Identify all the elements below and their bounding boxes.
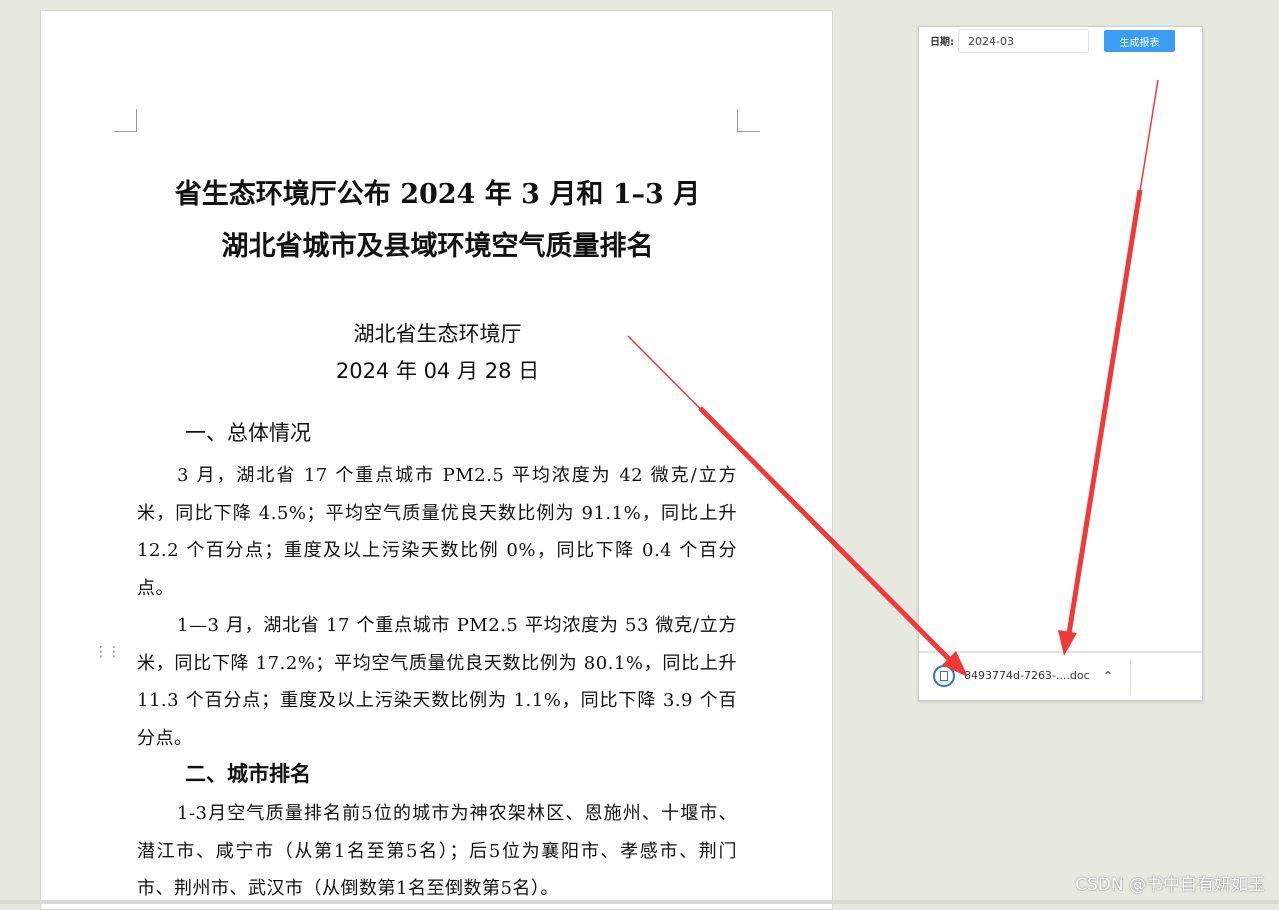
section-heading-ranking: 二、城市排名 — [185, 762, 311, 786]
download-bar: 8493774d-7263-....doc ⌃ — [919, 651, 1202, 700]
page-corner-mark — [737, 109, 760, 132]
document-title-line2: 湖北省城市及县域环境空气质量排名 — [221, 231, 654, 262]
date-label: 日期: — [930, 37, 954, 48]
generate-report-button[interactable]: 生成报表 — [1104, 30, 1175, 52]
status-bar — [0, 900, 1279, 904]
document-issuer-block: 湖北省生态环境厅 2024 年 04 月 28 日 — [41, 316, 834, 390]
paragraph-ranking: 1-3月空气质量排名前5位的城市为神农架林区、恩施州、十堰市、潜江市、咸宁市（从… — [137, 803, 737, 899]
document-date: 2024 年 04 月 28 日 — [335, 359, 540, 383]
downloaded-file-name[interactable]: 8493774d-7263-....doc — [964, 669, 1090, 682]
browser-window: 日期: 生成报表 8493774d-7263-....doc ⌃ — [918, 26, 1203, 701]
date-input[interactable] — [958, 29, 1089, 53]
page-corner-mark — [114, 109, 137, 132]
paragraph-march: 3 月，湖北省 17 个重点城市 PM2.5 平均浓度为 42 微克/立方米，同… — [137, 465, 737, 599]
watermark: CSDN @书中自有妍如玉 — [1075, 875, 1265, 895]
document-title-line1: 省生态环境厅公布 2024 年 3 月和 1–3 月 — [174, 179, 701, 210]
document-page: 省生态环境厅公布 2024 年 3 月和 1–3 月 湖北省城市及县域环境空气质… — [40, 10, 833, 910]
section-heading-overview: 一、总体情况 — [185, 421, 311, 445]
drag-handle-icon[interactable]: ⋮⋮ — [94, 645, 121, 659]
chevron-up-icon[interactable]: ⌃ — [1103, 669, 1113, 683]
document-title: 省生态环境厅公布 2024 年 3 月和 1–3 月 湖北省城市及县域环境空气质… — [41, 169, 834, 273]
paragraph-q1: 1—3 月，湖北省 17 个重点城市 PM2.5 平均浓度为 53 微克/立方米… — [137, 615, 737, 749]
word-file-icon — [933, 665, 955, 687]
document-issuer: 湖北省生态环境厅 — [353, 322, 522, 346]
download-bar-divider — [1130, 659, 1131, 695]
